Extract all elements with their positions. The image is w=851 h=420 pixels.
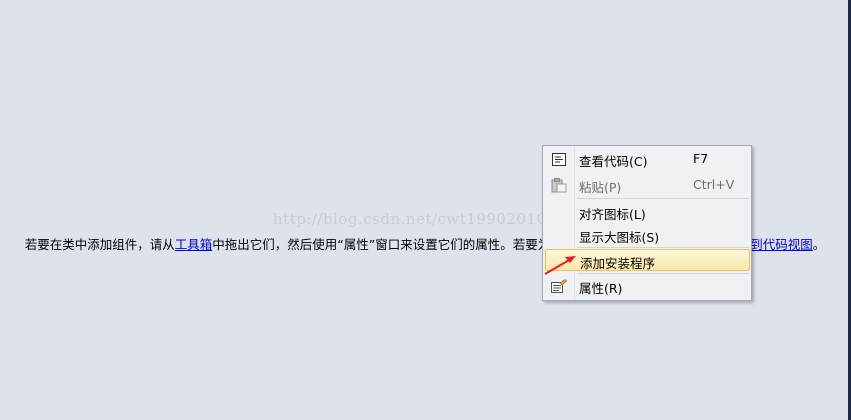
message-text-3: 。 — [812, 237, 826, 252]
watermark: http://blog.csdn.net/cwt19902010 — [273, 210, 547, 228]
message-text-1: 若要在类中添加组件，请从 — [24, 237, 175, 252]
menu-separator — [577, 198, 749, 199]
red-arrow-annotation — [544, 256, 576, 275]
toolbox-link[interactable]: 工具箱 — [175, 237, 213, 252]
menu-item-properties[interactable]: 属性(R) — [545, 275, 749, 297]
view-code-icon — [545, 149, 573, 169]
menu-item-shortcut: Ctrl+V — [693, 177, 735, 192]
menu-item-show-large-icons[interactable]: 显示大图标(S) — [545, 224, 749, 246]
menu-item-label: 粘贴(P) — [579, 180, 622, 195]
menu-item-label: 属性(R) — [579, 281, 623, 296]
paste-icon — [545, 175, 573, 195]
properties-icon — [545, 276, 573, 296]
menu-item-label: 显示大图标(S) — [579, 230, 660, 245]
menu-separator — [577, 247, 749, 248]
menu-item-view-code[interactable]: 查看代码(C) F7 — [545, 148, 749, 170]
menu-item-align-icons[interactable]: 对齐图标(L) — [545, 201, 749, 223]
menu-separator — [577, 273, 749, 274]
menu-item-shortcut: F7 — [693, 151, 709, 166]
menu-item-paste[interactable]: 粘贴(P) Ctrl+V — [545, 174, 749, 196]
menu-item-label: 对齐图标(L) — [579, 207, 646, 222]
context-menu: 查看代码(C) F7 粘贴(P) Ctrl+V 对齐图标(L) 显示大图标(S)… — [542, 145, 752, 301]
menu-item-label: 添加安装程序 — [580, 256, 656, 271]
menu-item-label: 查看代码(C) — [579, 154, 648, 169]
